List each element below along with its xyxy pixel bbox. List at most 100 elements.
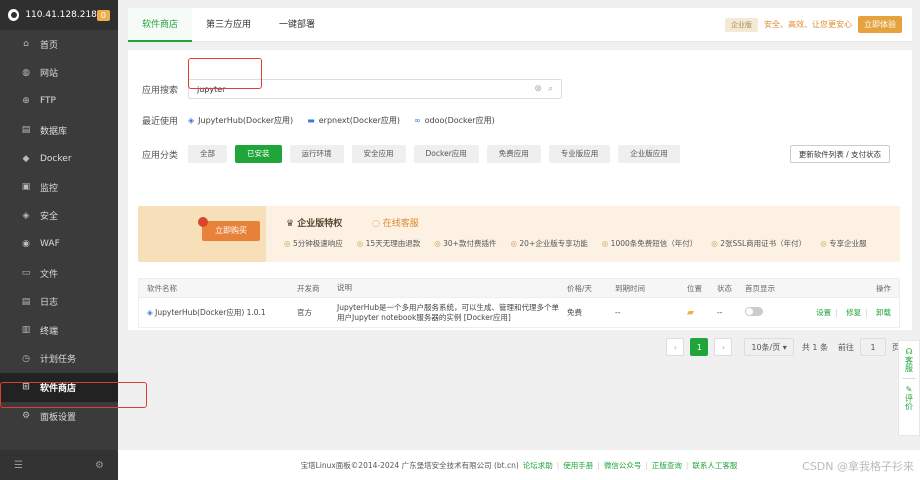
server-header: 110.41.128.218 0 [0,0,118,30]
sidebar-item-label: 首页 [40,40,59,51]
ops-cell: 设置 | 修复 | 卸载 [816,308,891,317]
footer-link-verify[interactable]: 正版查询 [652,460,682,471]
badge-dot [198,217,208,227]
sidebar-footer: ☰ ⚙ [0,450,118,480]
sidebar-item-label: 计划任务 [40,355,77,366]
software-name[interactable]: ◈ JupyterHub(Docker应用) 1.0.1 [139,307,297,318]
page-size-select[interactable]: 10条/页 ▾ [744,338,794,356]
category-all[interactable]: 全部 [188,145,228,163]
feature-item: 专享企业服 [820,238,867,249]
goto-input[interactable]: 1 [860,338,886,356]
table-header: 软件名称 开发商 说明 价格/天 到期时间 位置 状态 首页显示 操作 [139,279,899,297]
sidebar-item-label: 安全 [40,212,59,223]
sidebar-item-label: FTP [40,96,56,107]
total-count: 共 1 条 [801,342,828,352]
tab-deploy[interactable]: 一键部署 [265,8,329,42]
footer-link-manual[interactable]: 使用手册 [563,460,593,471]
headset-icon[interactable]: ☊ [905,347,912,356]
recent-item[interactable]: ∞ odoo(Docker应用) [414,115,495,126]
sidebar-item[interactable]: ▤ 日志 [0,287,118,316]
folder-icon[interactable]: ▰ [687,308,694,318]
footer-link-support[interactable]: 联系人工客服 [692,460,737,471]
homepage-toggle-cell[interactable] [745,307,809,318]
table-row: ◈ JupyterHub(Docker应用) 1.0.1 官方 JupyterH… [139,297,899,327]
tab-third-party[interactable]: 第三方应用 [192,8,265,42]
collapse-icon[interactable]: ☰ [14,460,23,471]
buy-now-button[interactable]: 立即购买 [198,217,260,241]
server-ip: 110.41.128.218 [25,10,97,20]
category-security[interactable]: 安全应用 [351,145,406,163]
recent-item[interactable]: ▬ erpnext(Docker应用) [307,115,400,126]
feature-item: 1000条免费短信（年付） [602,238,698,249]
update-list-button[interactable]: 更新软件列表 / 支付状态 [789,145,890,163]
sidebar-item-label: 监控 [40,183,59,194]
database-icon: ▤ [21,125,31,136]
recent-item[interactable]: ◈ JupyterHub(Docker应用) [188,115,293,126]
folder-icon: ▭ [21,268,31,279]
review-button[interactable]: 评价 [904,394,915,410]
highlight-nav-box [0,382,147,408]
sidebar-item-label: 文件 [40,269,59,280]
sidebar-item[interactable]: ▣ 监控 [0,173,118,202]
prev-page-button[interactable]: ‹ [666,338,685,356]
location-cell[interactable]: ▰ [687,308,717,318]
next-page-button[interactable]: › [714,338,733,356]
uninstall-link[interactable]: 卸载 [876,308,891,317]
try-now-button[interactable]: 立即体验 [858,16,902,33]
erpnext-icon: ▬ [307,116,315,125]
status-cell: -- [717,308,723,317]
category-pro[interactable]: 专业版应用 [548,145,611,163]
col-homepage: 首页显示 [745,283,775,293]
sidebar-item[interactable]: ⌂ 首页 [0,30,118,59]
sidebar-item[interactable]: ◉ WAF [0,230,118,259]
notification-badge[interactable]: 0 [96,9,110,21]
sidebar-item[interactable]: ▭ 文件 [0,259,118,288]
monitor-icon: ▣ [21,182,31,193]
edit-icon[interactable]: ✎ [906,385,913,394]
sidebar-item[interactable]: ◷ 计划任务 [0,345,118,374]
category-runtime[interactable]: 运行环境 [289,145,344,163]
repair-link[interactable]: 修复 [846,308,861,317]
sidebar-item[interactable]: ◍ 网站 [0,59,118,88]
sidebar-item[interactable]: ◆ Docker [0,144,118,173]
feature-item: 30+款付费插件 [434,238,496,249]
category-free[interactable]: 免费应用 [486,145,541,163]
jupyter-icon: ◈ [147,308,153,317]
sidebar-item[interactable]: ⊕ FTP [0,87,118,116]
settings-link[interactable]: 设置 [816,308,831,317]
footer-link-wechat[interactable]: 微信公众号 [604,460,642,471]
tab-store[interactable]: 软件商店 [128,7,193,42]
expiry-cell: -- [615,308,621,317]
search-label: 应用搜索 [142,85,179,96]
service-button[interactable]: 客服 [904,356,915,372]
homepage-toggle[interactable] [745,307,763,316]
footer-link-forum[interactable]: 论坛求助 [523,460,553,471]
sidebar-item-label: WAF [40,239,60,250]
search-icon[interactable]: ⌕ [548,84,553,94]
clock-icon: ◷ [22,353,30,364]
terminal-icon: ▥ [21,325,31,336]
highlight-search-box [188,58,262,89]
clear-icon[interactable]: ⊗ [534,84,542,94]
sidebar-item-label: 日志 [40,298,59,309]
pagination: ‹ 1 › 10条/页 ▾ 共 1 条 前往 1 页 [666,338,900,356]
desc-cell: JupyterHub是一个多用户服务系统，可以生成、管理和代理多个单用户Jupy… [337,302,559,322]
home-icon: ⌂ [23,39,29,50]
sidebar-item[interactable]: ◈ 安全 [0,202,118,231]
col-name: 软件名称 [147,283,177,293]
category-label: 应用分类 [142,150,179,161]
shield-icon: ◈ [22,210,30,221]
footer: 宝塔Linux面板©2014-2024 广东堡塔安全技术有限公司 (bt.cn)… [118,450,920,480]
page-number[interactable]: 1 [690,338,709,356]
globe-icon: ◍ [22,67,30,78]
settings-gear-icon[interactable]: ⚙ [95,460,104,471]
feature-list: 5分钟极速响应 15天无理由退款 30+款付费插件 20+企业版专享功能 100… [284,238,881,249]
category-docker[interactable]: Docker应用 [413,145,479,163]
software-table: 软件名称 开发商 说明 价格/天 到期时间 位置 状态 首页显示 操作 ◈ Ju… [138,278,900,328]
online-service-link[interactable]: ◌ 在线客服 [372,216,419,229]
sidebar-item[interactable]: ▥ 终端 [0,316,118,345]
category-enterprise[interactable]: 企业版应用 [618,145,680,163]
sidebar-item[interactable]: ▤ 数据库 [0,116,118,145]
category-installed[interactable]: 已安装 [235,145,282,163]
col-location: 位置 [687,283,702,293]
